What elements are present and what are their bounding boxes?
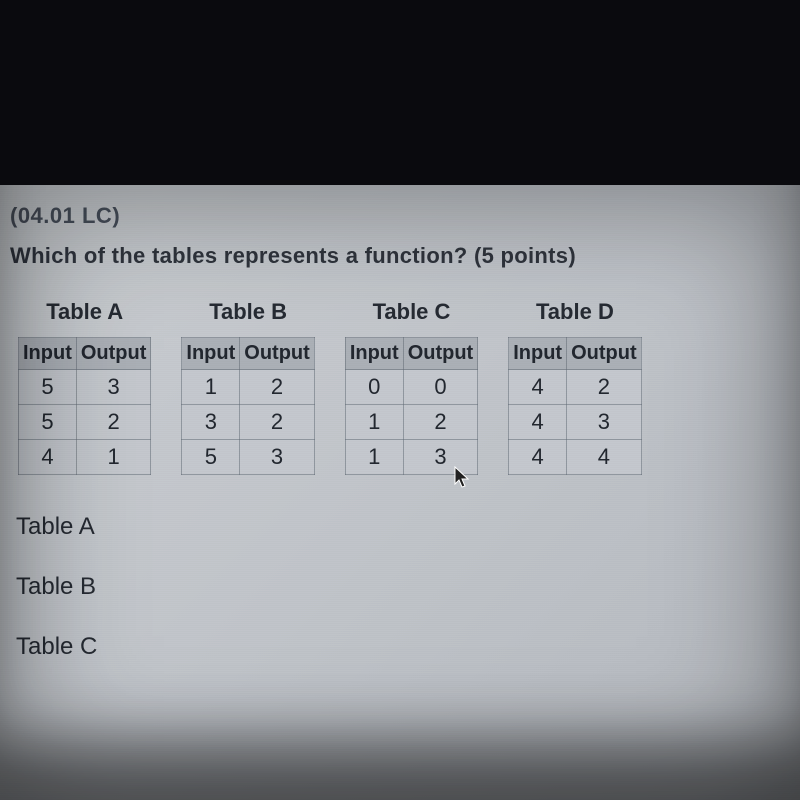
table-row: 1 2 [182,370,314,405]
data-table-b: Input Output 1 2 3 2 5 3 [181,337,314,475]
cell: 4 [509,405,567,440]
option-c[interactable]: Table C [16,633,790,661]
col-header-input: Input [19,338,77,370]
photo-vignette [0,185,800,800]
cell: 5 [182,440,240,475]
cell: 0 [345,370,403,405]
photo-noise [0,185,800,800]
cell: 3 [76,370,151,405]
cell: 2 [76,405,151,440]
option-b[interactable]: Table B [16,573,790,601]
cell: 3 [567,405,642,440]
table-row: 5 2 [19,405,151,440]
table-block-a: Table A Input Output 5 3 5 2 4 1 [18,299,151,475]
col-header-output: Output [403,338,478,370]
question-panel: (04.01 LC) Which of the tables represent… [0,185,800,800]
table-block-c: Table C Input Output 0 0 1 2 1 3 [345,299,478,475]
tables-row: Table A Input Output 5 3 5 2 4 1 [10,299,790,475]
cell: 4 [509,370,567,405]
cell: 2 [240,405,315,440]
cell: 1 [76,440,151,475]
cell: 3 [403,440,478,475]
col-header-output: Output [567,338,642,370]
cell: 2 [567,370,642,405]
answer-options: Table A Table B Table C [10,513,790,661]
cell: 1 [345,440,403,475]
col-header-input: Input [509,338,567,370]
data-table-d: Input Output 4 2 4 3 4 4 [508,337,641,475]
table-row: 4 1 [19,440,151,475]
cell: 5 [19,405,77,440]
table-row: 1 3 [345,440,477,475]
question-code: (04.01 LC) [10,203,790,229]
table-row: 4 4 [509,440,641,475]
cell: 4 [19,440,77,475]
cell: 3 [182,405,240,440]
col-header-output: Output [76,338,151,370]
cell: 2 [240,370,315,405]
cell: 0 [403,370,478,405]
table-row: 0 0 [345,370,477,405]
data-table-c: Input Output 0 0 1 2 1 3 [345,337,478,475]
question-text: Which of the tables represents a functio… [10,243,790,269]
table-block-b: Table B Input Output 1 2 3 2 5 3 [181,299,314,475]
cell: 2 [403,405,478,440]
table-block-d: Table D Input Output 4 2 4 3 4 4 [508,299,641,475]
col-header-input: Input [345,338,403,370]
cell: 1 [182,370,240,405]
data-table-a: Input Output 5 3 5 2 4 1 [18,337,151,475]
cell: 5 [19,370,77,405]
table-row: 4 2 [509,370,641,405]
table-title: Table B [181,299,314,325]
col-header-output: Output [240,338,315,370]
cell: 3 [240,440,315,475]
table-row: 5 3 [19,370,151,405]
cell: 1 [345,405,403,440]
table-row: 4 3 [509,405,641,440]
cell: 4 [509,440,567,475]
table-row: 1 2 [345,405,477,440]
table-row: 3 2 [182,405,314,440]
table-title: Table D [508,299,641,325]
table-title: Table A [18,299,151,325]
table-title: Table C [345,299,478,325]
table-row: 5 3 [182,440,314,475]
col-header-input: Input [182,338,240,370]
option-a[interactable]: Table A [16,513,790,541]
cell: 4 [567,440,642,475]
